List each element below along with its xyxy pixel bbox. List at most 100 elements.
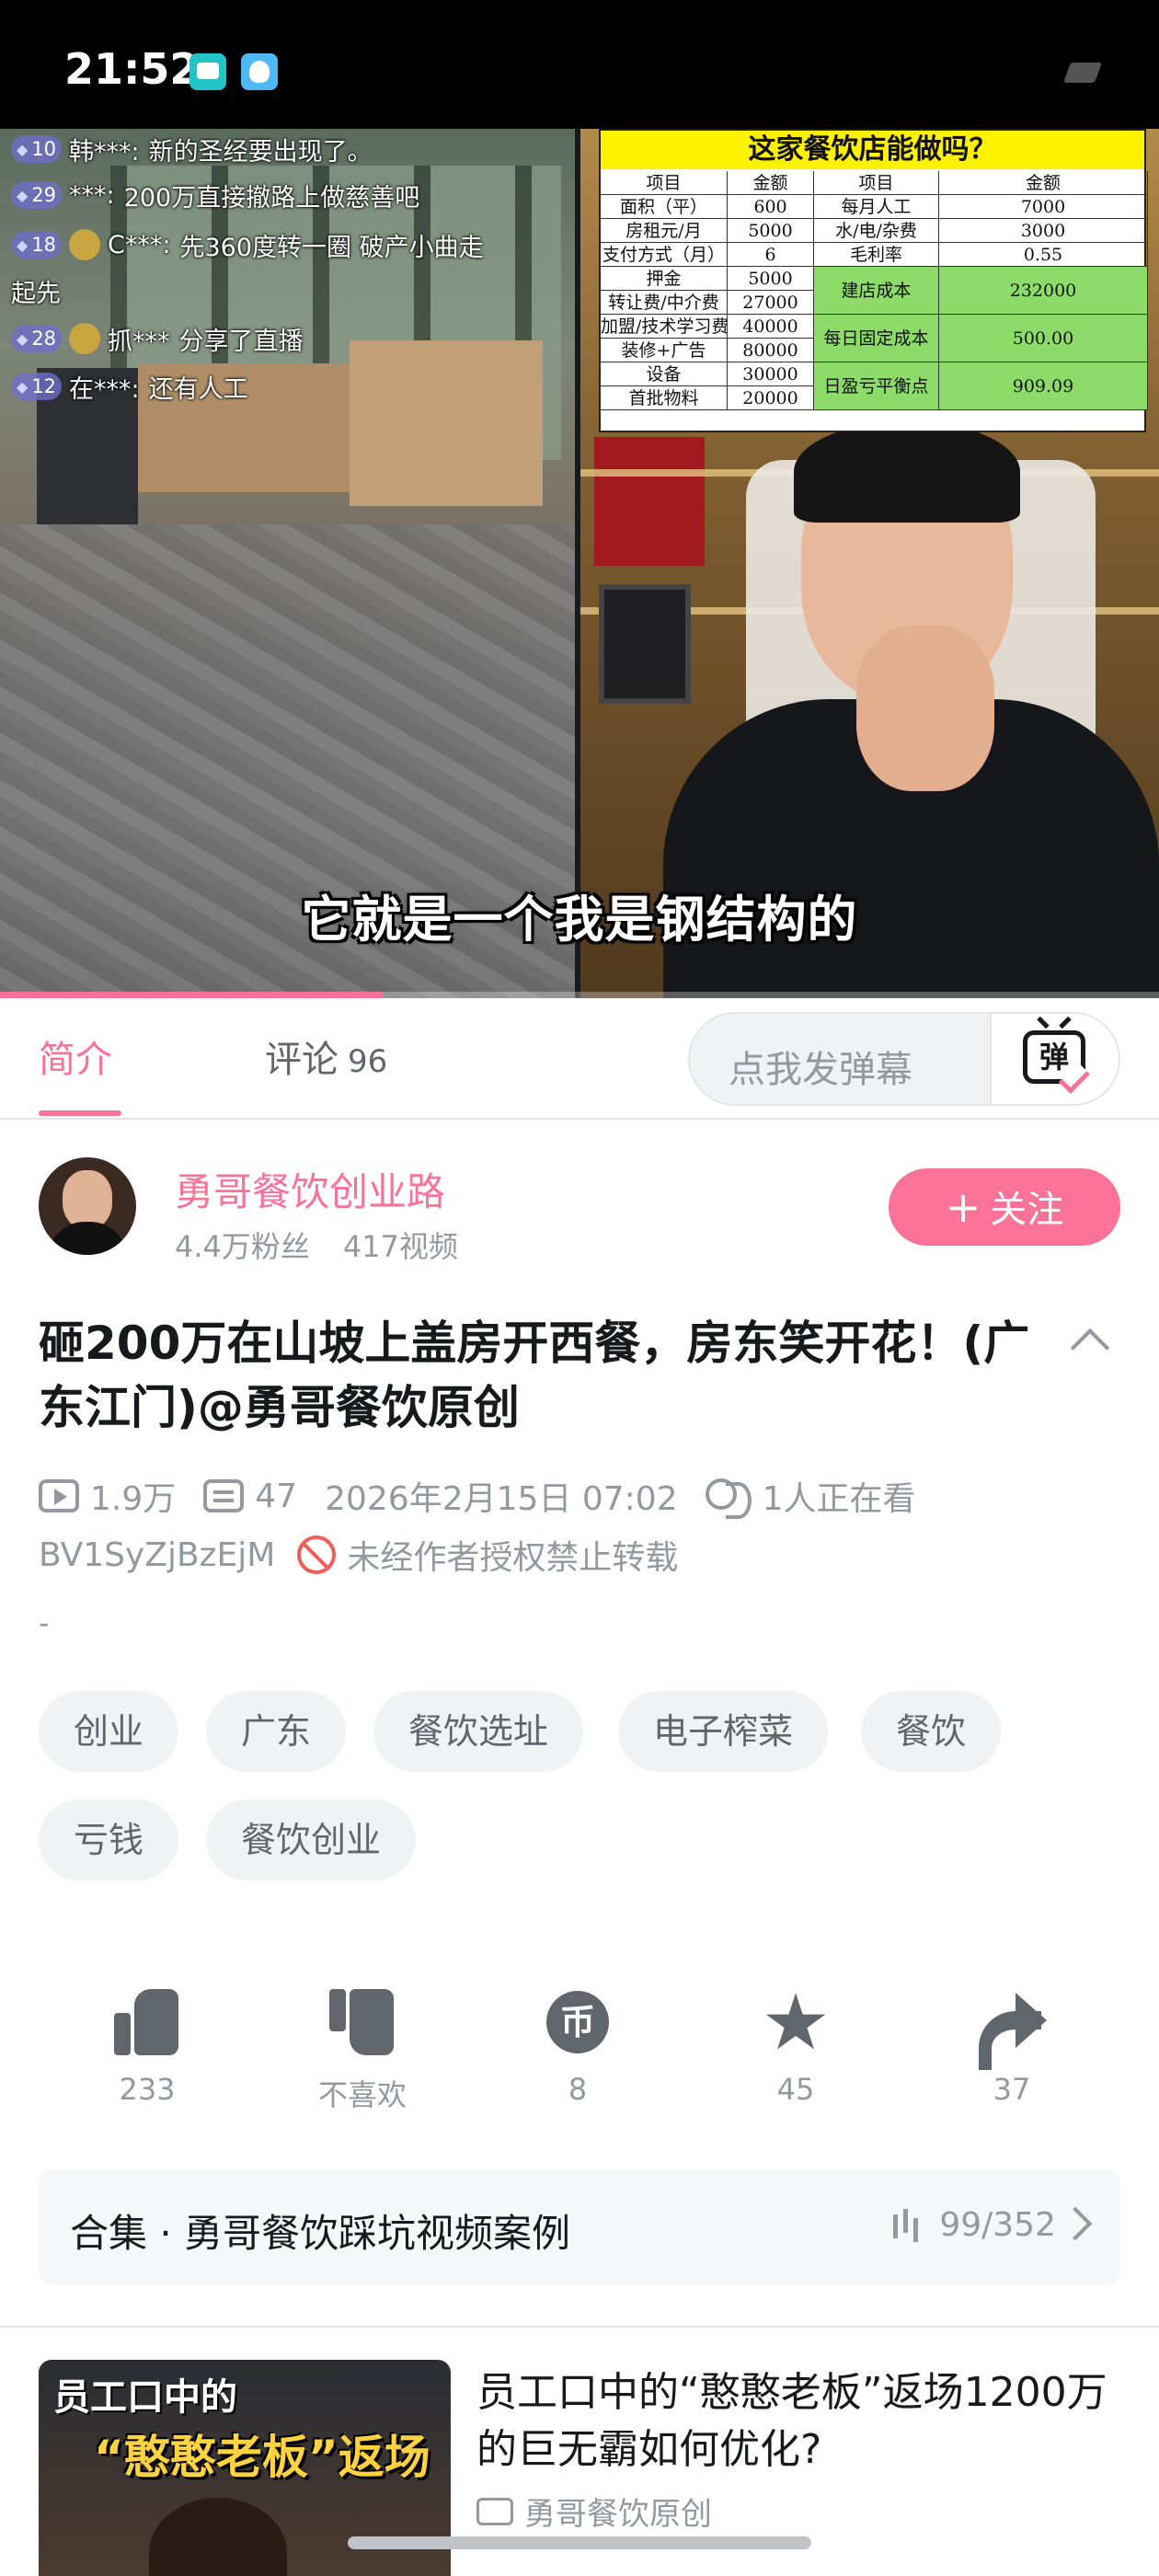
- user-level-badge: 12: [11, 373, 63, 400]
- table-cell: 0.55: [939, 243, 1148, 267]
- danmaku-input-box[interactable]: 点我发弹幕 弹: [688, 1012, 1120, 1106]
- danmaku-count-icon: [203, 1479, 245, 1512]
- table-cell-highlight: 232000: [939, 267, 1148, 315]
- coin-button[interactable]: 8: [513, 1985, 642, 2107]
- table-cell: 房租元/月: [601, 219, 728, 243]
- collection-card[interactable]: 合集 · 勇哥餐饮踩坑视频案例 99/352: [39, 2169, 1120, 2285]
- forbidden-icon: [297, 1535, 337, 1574]
- table-cell: 7000: [939, 195, 1148, 219]
- danmaku-count: 47: [255, 1477, 298, 1515]
- cost-table-overlay: 这家餐饮店能做吗？ 项目 金额 项目 金额 面积（平） 600 房租元/月 5000 支付方式（…: [599, 129, 1148, 432]
- copyright-notice: 未经作者授权禁止转载: [347, 1539, 679, 1577]
- like-button[interactable]: 233: [83, 1985, 212, 2107]
- danmaku-user: C***:: [108, 230, 171, 259]
- danmaku-text: 200万直接撤路上做慈善吧: [123, 183, 420, 213]
- home-indicator[interactable]: [348, 2536, 811, 2549]
- table-cell: 加盟/技术学习费: [601, 315, 728, 339]
- watching-now: 1人正在看: [762, 1480, 916, 1518]
- tab-comments[interactable]: 评论 96: [265, 1029, 387, 1083]
- thumbnail-person: [149, 2498, 287, 2576]
- danmaku-text: 新的圣经要出现了。: [148, 137, 373, 167]
- section-divider: [0, 2326, 1159, 2328]
- app-notification-icon-2: [241, 53, 278, 90]
- thumbnail-caption-2: “憨憨老板”返场: [94, 2431, 430, 2484]
- recommended-uploader-name: 勇哥餐饮原创: [524, 2496, 712, 2533]
- video-meta: 1.9万 47 2026年2月15日 07:02 1人正在看: [39, 1472, 1133, 1520]
- table-cell: 40000: [728, 315, 814, 339]
- tag-chip[interactable]: 亏钱: [39, 1800, 179, 1880]
- danmaku-tv-icon: 弹: [1023, 1030, 1090, 1094]
- table-cell: 装修+广告: [601, 339, 728, 362]
- danmaku-toggle-button[interactable]: 弹: [990, 1014, 1119, 1104]
- share-icon: [975, 1985, 1049, 2070]
- danmaku-line: 29***: 200万直接撤路上做慈善吧: [11, 175, 419, 215]
- medal-icon: [69, 229, 101, 260]
- video-progress-bar[interactable]: [0, 992, 1159, 998]
- table-cell: 支付方式（月）: [601, 243, 728, 267]
- uploader-stats: 4.4万粉丝 417视频: [175, 1224, 491, 1266]
- tag-chip[interactable]: 餐饮选址: [373, 1691, 584, 1772]
- user-level-badge: 29: [11, 181, 63, 209]
- dislike-button[interactable]: 不喜欢: [298, 1985, 427, 2114]
- favorite-button[interactable]: ★ 45: [731, 1977, 860, 2107]
- tag-chip[interactable]: 餐饮: [861, 1691, 1002, 1772]
- table-header: 项目: [601, 171, 728, 195]
- table-cell-highlight: 建店成本: [814, 267, 939, 315]
- danmaku-icon-text: 弹: [1039, 1040, 1069, 1075]
- status-time: 21:52: [64, 44, 200, 94]
- presenter-hair: [794, 421, 1020, 523]
- table-cell-highlight: 日盈亏平衡点: [814, 362, 939, 410]
- danmaku-text: 还有人工: [148, 374, 248, 404]
- danmaku-user: 抓***: [108, 327, 170, 356]
- uploader-name[interactable]: 勇哥餐饮创业路: [175, 1161, 445, 1217]
- uploader-fans: 4.4万粉丝: [175, 1229, 310, 1264]
- star-icon: ★: [761, 1977, 831, 2067]
- danmaku-line: 18 C***: 先360度转一圈 破产小曲走: [11, 224, 484, 265]
- tab-intro[interactable]: 简介: [39, 1029, 112, 1083]
- plus-icon: +: [945, 1182, 981, 1232]
- follow-button[interactable]: + 关注: [889, 1168, 1120, 1246]
- user-level-badge: 18: [11, 231, 63, 259]
- video-player[interactable]: 这家餐饮店能做吗？ 项目 金额 项目 金额 面积（平） 600 房租元/月 5000 支付方式（…: [0, 129, 1159, 998]
- danmaku-text: 分享了直播: [178, 327, 304, 356]
- danmaku-text: 起先: [11, 279, 61, 308]
- collection-title: 合集 · 勇哥餐饮踩坑视频案例: [70, 2211, 571, 2256]
- dislike-label: 不喜欢: [317, 2077, 407, 2112]
- danmaku-line: 12在***: 还有人工: [11, 366, 248, 407]
- recommended-uploader[interactable]: 勇哥餐饮原创: [476, 2489, 712, 2534]
- video-meta-2: BV1SyZjBzEjM 未经作者授权禁止转载: [39, 1531, 678, 1579]
- table-header: 金额: [728, 171, 814, 195]
- bvid[interactable]: BV1SyZjBzEjM: [39, 1536, 275, 1574]
- play-count: 1.9万: [90, 1480, 177, 1518]
- uploader-badge-icon: [476, 2497, 513, 2525]
- table-cell: 5000: [728, 219, 814, 243]
- medal-icon: [69, 323, 101, 354]
- tag-chip[interactable]: 餐饮创业: [206, 1800, 417, 1880]
- share-button[interactable]: 37: [947, 1985, 1076, 2107]
- video-subtitle: 它就是一个我是钢结构的: [301, 891, 858, 949]
- uploader-avatar[interactable]: [39, 1157, 136, 1255]
- table-cell: 押金: [601, 267, 728, 291]
- collection-progress: 99/352: [893, 2206, 1056, 2244]
- video-title: 砸200万在山坡上盖房开西餐，房东笑开花！(广东江门)@勇哥餐饮原创: [39, 1317, 1030, 1434]
- table-header: 金额: [939, 171, 1148, 195]
- recommended-title[interactable]: 员工口中的“憨憨老板”返场1200万的巨无霸如何优化?: [476, 2364, 1120, 2478]
- tab-comments-count: 96: [348, 1043, 388, 1080]
- user-level-badge: 10: [11, 135, 63, 163]
- tag-chip[interactable]: 广东: [206, 1691, 347, 1772]
- chevron-right-icon: [1058, 2206, 1093, 2241]
- user-level-badge: 28: [11, 325, 63, 352]
- tag-chip[interactable]: 创业: [39, 1691, 179, 1772]
- danmaku-input-placeholder[interactable]: 点我发弹幕: [729, 1040, 912, 1093]
- table-cell: 面积（平）: [601, 195, 728, 219]
- tag-chip[interactable]: 电子榨菜: [618, 1691, 829, 1772]
- table-cell: 每月人工: [814, 195, 939, 219]
- chevron-up-icon[interactable]: [1070, 1328, 1110, 1368]
- table-cell: 水/电/杂费: [814, 219, 939, 243]
- coin-count: 8: [568, 2072, 588, 2107]
- table-cell: 6: [728, 243, 814, 267]
- danmaku-user: ***:: [69, 180, 115, 210]
- table-cell: 设备: [601, 362, 728, 386]
- share-count: 37: [993, 2072, 1031, 2107]
- publish-date: 2026年2月15日 07:02: [325, 1480, 678, 1518]
